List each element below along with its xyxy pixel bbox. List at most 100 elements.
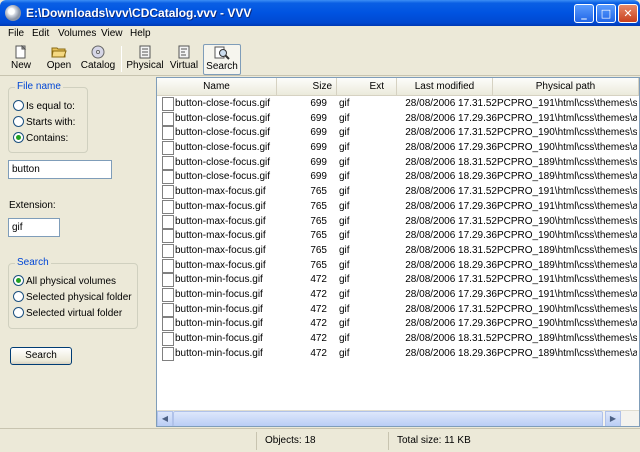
cell-size: 472: [310, 303, 327, 315]
cell-size: 699: [310, 171, 327, 183]
file-icon: [162, 199, 174, 214]
radio-selected-virtual[interactable]: Selected virtual folder: [13, 307, 122, 321]
column-header: Name Size Ext Last modified Physical pat…: [157, 78, 639, 96]
table-row[interactable]: button-close-focus.gif 699 gif 28/08/2006 1…: [157, 97, 639, 112]
search-button[interactable]: Search: [10, 347, 72, 365]
window-title: E:\Downloads\vvv\CDCatalog.vvv - VVV: [26, 6, 252, 20]
cell-physical-path: PCPRO_190\html\css\themes\spre: [497, 127, 637, 139]
table-row[interactable]: button-min-focus.gif 472 gif 28/08/2006 17.…: [157, 302, 639, 318]
cell-physical-path: PCPRO_189\html\css\themes\alph: [497, 259, 637, 271]
cell-physical-path: PCPRO_191\html\css\themes\spre: [497, 98, 637, 109]
cell-ext: gif: [339, 112, 350, 124]
radio-is-equal[interactable]: Is equal to:: [13, 100, 75, 114]
menu-file[interactable]: File: [8, 28, 24, 39]
header-physical-path[interactable]: Physical path: [493, 78, 639, 96]
table-row[interactable]: button-max-focus.gif 765 gif 28/08/2006 18.…: [157, 243, 639, 259]
scroll-thumb[interactable]: [173, 411, 603, 426]
minimize-button[interactable]: _: [574, 4, 594, 23]
filename-input[interactable]: button: [8, 160, 112, 179]
search-scope-label: Search: [15, 257, 51, 268]
radio-starts-with[interactable]: Starts with:: [13, 116, 75, 130]
extension-input[interactable]: gif: [8, 218, 60, 237]
table-row[interactable]: button-max-focus.gif 765 gif 28/08/2006 17.…: [157, 214, 639, 230]
table-row[interactable]: button-close-focus.gif 699 gif 28/08/2006 1…: [157, 155, 639, 171]
cell-last-modified: 28/08/2006 17.29.36: [405, 200, 497, 212]
search-icon: [214, 46, 230, 60]
scroll-right-button[interactable]: ▶: [605, 411, 621, 426]
scroll-left-button[interactable]: ◀: [157, 411, 173, 426]
new-button[interactable]: New: [6, 44, 36, 75]
cell-physical-path: PCPRO_190\html\css\themes\spre: [497, 215, 637, 227]
table-row[interactable]: button-max-focus.gif 765 gif 28/08/2006 17.…: [157, 229, 639, 244]
table-row[interactable]: button-max-focus.gif 765 gif 28/08/2006 18.…: [157, 258, 639, 274]
cell-ext: gif: [339, 318, 350, 330]
status-objects: Objects: 18: [256, 432, 386, 450]
file-icon: [162, 97, 174, 111]
table-row[interactable]: button-min-focus.gif 472 gif 28/08/2006 18.…: [157, 332, 639, 347]
close-button[interactable]: ✕: [618, 4, 638, 23]
table-row[interactable]: button-min-focus.gif 472 gif 28/08/2006 18.…: [157, 346, 639, 362]
cell-physical-path: PCPRO_189\html\css\themes\spre: [497, 244, 637, 256]
cell-ext: gif: [339, 259, 350, 271]
open-button[interactable]: Open: [44, 44, 74, 75]
table-row[interactable]: button-min-focus.gif 472 gif 28/08/2006 17.…: [157, 287, 639, 303]
radio-contains[interactable]: Contains:: [13, 132, 68, 146]
app-icon[interactable]: [5, 5, 21, 21]
file-icon: [162, 346, 174, 361]
cell-physical-path: PCPRO_189\html\css\themes\alph: [497, 171, 637, 183]
search-scope-group: Search All physical volumes Selected phy…: [8, 257, 138, 329]
cell-physical-path: PCPRO_189\html\css\themes\spre: [497, 156, 637, 168]
cell-physical-path: PCPRO_189\html\css\themes\spre: [497, 333, 637, 344]
header-last-modified[interactable]: Last modified: [397, 78, 493, 96]
new-file-icon: [15, 45, 27, 59]
virtual-button[interactable]: Virtual: [168, 44, 200, 75]
physical-button[interactable]: Physical: [126, 44, 164, 75]
menu-edit[interactable]: Edit: [32, 28, 49, 39]
menu-volumes[interactable]: Volumes: [58, 28, 96, 39]
radio-selected-physical[interactable]: Selected physical folder: [13, 291, 132, 305]
catalog-button[interactable]: Catalog: [80, 44, 116, 75]
toolbar-separator: [121, 46, 122, 72]
cell-ext: gif: [339, 230, 350, 242]
cell-last-modified: 28/08/2006 17.31.52: [405, 98, 497, 109]
cell-last-modified: 28/08/2006 17.29.36: [405, 142, 497, 154]
header-size[interactable]: Size: [277, 78, 337, 96]
cell-size: 699: [310, 142, 327, 154]
radio-label: Starts with:: [26, 117, 76, 128]
table-row[interactable]: button-close-focus.gif 699 gif 28/08/2006 1…: [157, 111, 639, 127]
maximize-button[interactable]: □: [596, 4, 616, 23]
table-row[interactable]: button-max-focus.gif 765 gif 28/08/2006 17.…: [157, 185, 639, 200]
radio-label: Contains:: [26, 133, 69, 144]
file-icon: [162, 332, 174, 346]
cell-size: 472: [310, 333, 327, 344]
cell-size: 765: [310, 230, 327, 242]
table-row[interactable]: button-close-focus.gif 699 gif 28/08/2006 1…: [157, 170, 639, 185]
cell-physical-path: PCPRO_190\html\css\themes\alph: [497, 230, 637, 242]
menu-help[interactable]: Help: [130, 28, 151, 39]
cell-size: 765: [310, 215, 327, 227]
cell-last-modified: 28/08/2006 17.31.52: [405, 127, 497, 139]
cell-last-modified: 28/08/2006 18.29.36: [405, 171, 497, 183]
horizontal-scrollbar[interactable]: ◀ ▶: [157, 410, 639, 426]
header-name[interactable]: Name: [157, 78, 277, 96]
results-list: Name Size Ext Last modified Physical pat…: [156, 77, 640, 427]
cell-name: button-min-focus.gif: [175, 274, 263, 286]
radio-all-volumes[interactable]: All physical volumes: [13, 275, 116, 289]
menu-view[interactable]: View: [101, 28, 123, 39]
cell-physical-path: PCPRO_190\html\css\themes\alph: [497, 142, 637, 154]
cell-name: button-max-focus.gif: [175, 230, 266, 242]
cell-last-modified: 28/08/2006 17.31.52: [405, 303, 497, 315]
cell-name: button-max-focus.gif: [175, 215, 266, 227]
search-button-toolbar[interactable]: Search: [203, 44, 241, 75]
cell-ext: gif: [339, 98, 350, 109]
table-row[interactable]: button-min-focus.gif 472 gif 28/08/2006 17.…: [157, 273, 639, 288]
table-row[interactable]: button-max-focus.gif 765 gif 28/08/2006 17.…: [157, 199, 639, 215]
radio-label: Selected physical folder: [26, 292, 132, 303]
table-row[interactable]: button-min-focus.gif 472 gif 28/08/2006 17.…: [157, 317, 639, 332]
cell-ext: gif: [339, 215, 350, 227]
header-ext[interactable]: Ext: [337, 78, 397, 96]
cell-name: button-close-focus.gif: [175, 142, 271, 154]
file-icon: [162, 111, 174, 126]
table-row[interactable]: button-close-focus.gif 699 gif 28/08/2006 1…: [157, 126, 639, 141]
table-row[interactable]: button-close-focus.gif 699 gif 28/08/2006 1…: [157, 141, 639, 156]
